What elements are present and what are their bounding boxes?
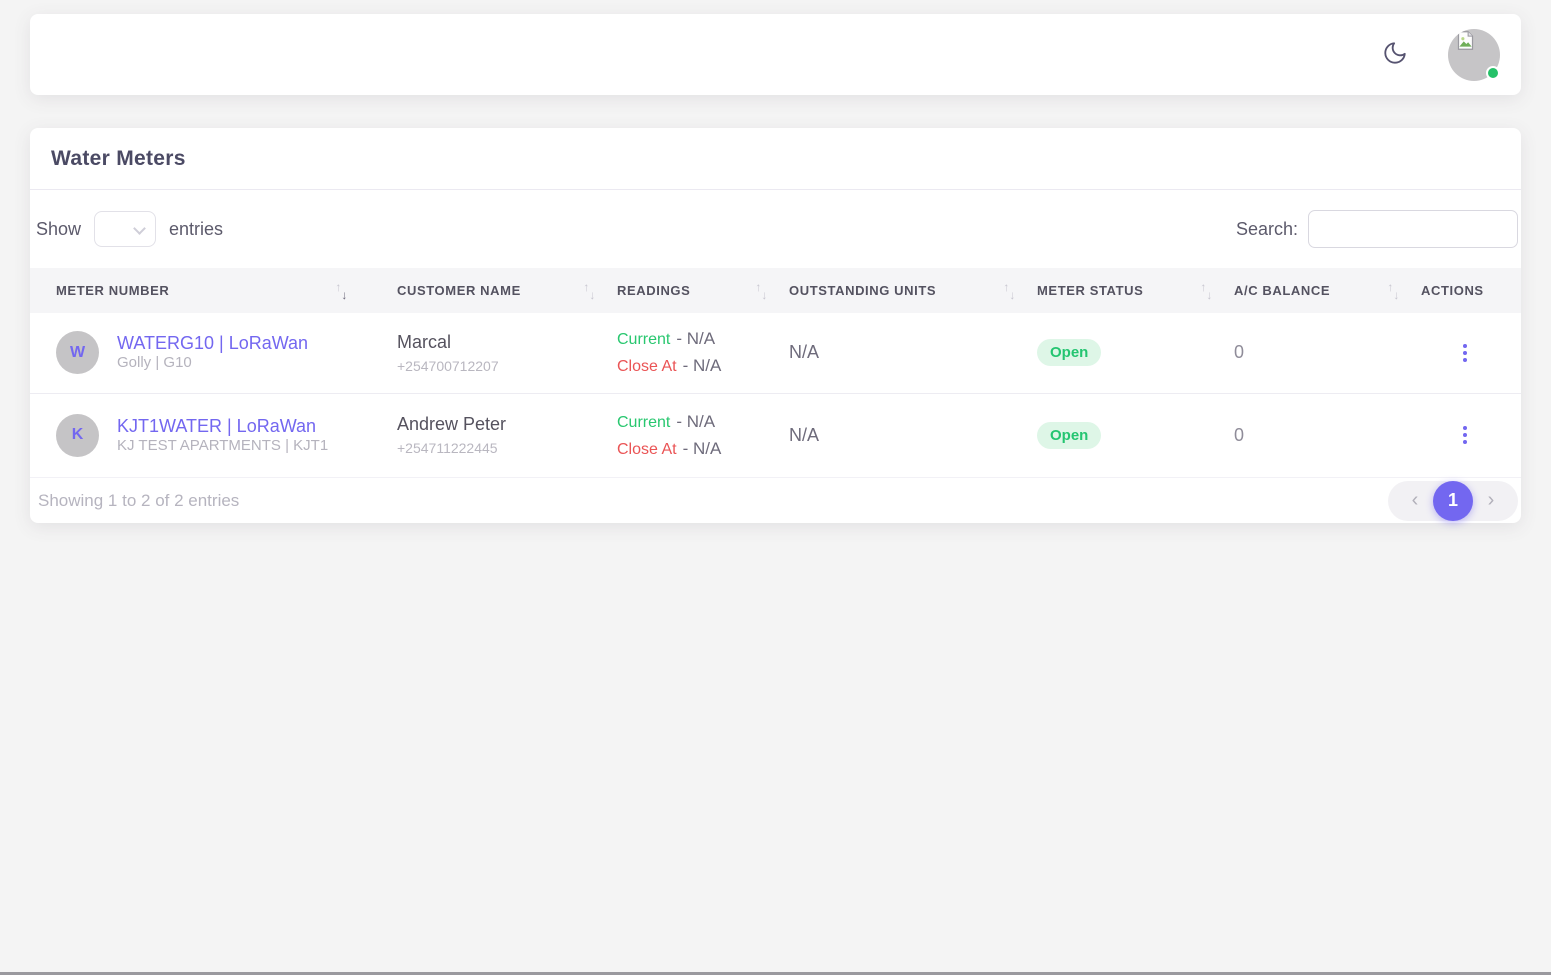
broken-image-icon [1455,30,1476,56]
reading-close-value: - N/A [683,439,722,459]
customer-phone: +254711222445 [397,440,617,456]
column-label: CUSTOMER NAME [397,283,521,298]
reading-current-label: Current [617,414,670,432]
table-row: K KJT1WATER | LoRaWan KJ TEST APARTMENTS… [30,393,1521,477]
chevron-left-icon: ‹ [1412,489,1419,512]
sort-icon: ↑↓ [1006,283,1013,299]
top-navbar [30,14,1521,95]
meter-number-link[interactable]: WATERG10 | LoRaWan [117,333,308,354]
column-header-ac-balance[interactable]: A/C BALANCE ↑↓ [1234,268,1421,313]
column-header-customer-name[interactable]: CUSTOMER NAME ↑↓ [397,268,617,313]
column-header-actions: ACTIONS [1421,268,1521,313]
search-input[interactable] [1308,210,1518,248]
moon-icon [1382,40,1408,69]
sort-icon: ↑↓ [1203,283,1210,299]
customer-name: Marcal [397,332,617,353]
reading-close-at: Close At - N/A [617,356,789,376]
meter-detail: KJ TEST APARTMENTS | KJT1 [117,437,328,454]
reading-close-label: Close At [617,358,677,376]
sort-icon: ↑↓ [586,283,593,299]
user-avatar[interactable] [1448,29,1500,81]
kebab-icon [1463,426,1467,430]
reading-current: Current - N/A [617,329,789,349]
reading-current: Current - N/A [617,412,789,432]
pagination-page-1-button[interactable]: 1 [1433,481,1473,521]
customer-name: Andrew Peter [397,414,617,435]
table-header-row: METER NUMBER ↑↓ CUSTOMER NAME ↑↓ READING… [30,268,1521,313]
reading-current-value: - N/A [676,412,715,432]
ac-balance-value: 0 [1234,425,1244,445]
column-header-meter-number[interactable]: METER NUMBER ↑↓ [30,268,397,313]
pagination-next-button[interactable]: › [1473,483,1509,519]
sort-icon: ↑↓ [1390,283,1397,299]
table-controls: Show entries Search: [30,190,1521,268]
table-info-text: Showing 1 to 2 of 2 entries [38,491,239,511]
column-label: METER STATUS [1037,283,1143,298]
status-badge: Open [1037,339,1101,366]
table-row: W WATERG10 | LoRaWan Golly | G10 Marcal … [30,313,1521,393]
column-label: READINGS [617,283,690,298]
entries-label: entries [169,219,223,240]
reading-current-value: - N/A [676,329,715,349]
online-status-dot [1486,66,1500,80]
ac-balance-value: 0 [1234,342,1244,362]
column-label: ACTIONS [1421,283,1484,298]
page-length-control: Show entries [36,211,223,247]
outstanding-units-value: N/A [789,425,819,445]
theme-toggle-button[interactable] [1380,40,1410,70]
reading-current-label: Current [617,331,670,349]
chevron-down-icon [133,222,146,235]
row-actions-menu-button[interactable] [1454,422,1476,448]
meter-detail: Golly | G10 [117,354,192,371]
water-meters-table: METER NUMBER ↑↓ CUSTOMER NAME ↑↓ READING… [30,268,1521,478]
pagination-prev-button[interactable]: ‹ [1397,483,1433,519]
outstanding-units-value: N/A [789,342,819,362]
table-footer: Showing 1 to 2 of 2 entries ‹ 1 › [30,478,1521,524]
status-badge: Open [1037,422,1101,449]
column-header-readings[interactable]: READINGS ↑↓ [617,268,789,313]
water-meters-card: Water Meters Show entries Search: METER … [30,128,1521,523]
reading-close-label: Close At [617,441,677,459]
sort-icon: ↑↓ [338,283,345,299]
sort-icon: ↑↓ [758,283,765,299]
meter-number-link[interactable]: KJT1WATER | LoRaWan [117,416,328,437]
meter-avatar: W [56,331,99,374]
column-label: OUTSTANDING UNITS [789,283,936,298]
page-title: Water Meters [51,147,186,171]
column-label: METER NUMBER [56,283,169,298]
column-header-meter-status[interactable]: METER STATUS ↑↓ [1037,268,1234,313]
row-actions-menu-button[interactable] [1454,340,1476,366]
reading-close-at: Close At - N/A [617,439,789,459]
card-header: Water Meters [30,128,1521,190]
kebab-icon [1463,344,1467,348]
search-label: Search: [1236,219,1298,240]
pagination: ‹ 1 › [1388,481,1518,521]
chevron-right-icon: › [1488,489,1495,512]
reading-close-value: - N/A [683,356,722,376]
search-control: Search: [1236,210,1518,248]
column-header-outstanding-units[interactable]: OUTSTANDING UNITS ↑↓ [789,268,1037,313]
meter-avatar: K [56,414,99,457]
customer-phone: +254700712207 [397,358,617,374]
show-label: Show [36,219,81,240]
column-label: A/C BALANCE [1234,283,1330,298]
page-length-select[interactable] [94,211,156,247]
